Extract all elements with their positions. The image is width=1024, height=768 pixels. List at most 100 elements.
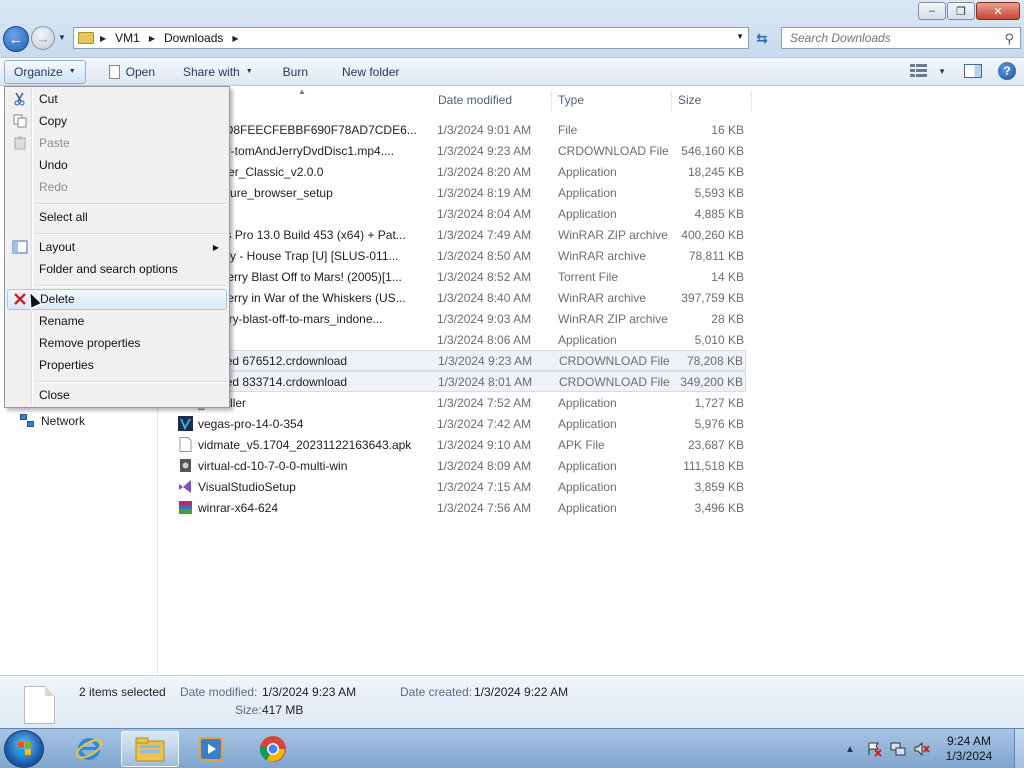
file-date-modified: 1/3/2024 7:15 AM — [437, 479, 532, 494]
file-type: Application — [558, 416, 617, 431]
maximize-button[interactable]: ❐ — [947, 2, 975, 20]
clock[interactable]: 9:24 AM 1/3/2024 — [938, 734, 1000, 764]
show-hidden-icons-icon[interactable]: ▲ — [842, 741, 858, 757]
share-with-button[interactable]: Share with ▼ — [174, 60, 262, 84]
back-button[interactable]: ← — [3, 26, 29, 52]
column-date-modified[interactable]: Date modified — [432, 91, 552, 111]
file-row[interactable]: nfirmed 833714.crdownload 1/3/2024 8:01 A… — [174, 371, 746, 392]
file-row[interactable]: 3704D8FEECFEBBF690F78AD7CDE6... 1/3/2024 … — [174, 119, 746, 140]
breadcrumb-vm1[interactable]: VM1 — [115, 31, 140, 45]
file-name: and Jerry in War of the Whiskers (US... — [198, 290, 406, 305]
file-row[interactable]: nd-jerry-blast-off-to-mars_indone... 1/3/… — [174, 308, 746, 329]
taskbar-chrome[interactable] — [244, 731, 302, 767]
file-type: Application — [558, 458, 617, 473]
menu-item-cut[interactable]: Cut — [7, 89, 227, 110]
column-size[interactable]: Size — [672, 91, 752, 111]
menu-item-close[interactable]: Close — [7, 385, 227, 406]
file-row[interactable]: Vegas Pro 13.0 Build 453 (x64) + Pat... 1… — [174, 224, 746, 245]
search-box[interactable]: ⚲ — [781, 27, 1021, 49]
menu-item-copy[interactable]: Copy — [7, 111, 227, 132]
menu-item-properties[interactable]: Properties — [7, 355, 227, 376]
menu-item-remove-properties[interactable]: Remove properties — [7, 333, 227, 354]
breadcrumb-downloads[interactable]: Downloads — [164, 31, 223, 45]
new-folder-button[interactable]: New folder — [333, 60, 408, 84]
file-row[interactable]: and Jerry Blast Off to Mars! (2005)[1...… — [174, 266, 746, 287]
action-center-flag-icon[interactable] — [866, 741, 882, 757]
menu-item-label: Copy — [39, 114, 68, 128]
help-icon[interactable]: ? — [998, 62, 1016, 80]
file-row[interactable]: vegas-pro-14-0-354 1/3/2024 7:42 AM Applic… — [174, 413, 746, 434]
file-size: 16 KB — [711, 122, 744, 137]
file-size: 397,759 KB — [681, 290, 744, 305]
start-button[interactable] — [4, 730, 44, 768]
forward-button[interactable]: → — [31, 26, 55, 50]
menu-item-layout[interactable]: Layout ▶ — [7, 237, 227, 258]
preview-pane-icon[interactable] — [964, 64, 982, 78]
address-dropdown-icon[interactable]: ▼ — [736, 32, 744, 41]
chevron-right-icon[interactable]: ▶ — [232, 34, 238, 43]
file-row[interactable]: and Jerry in War of the Whiskers (US... 1… — [174, 287, 746, 308]
chevron-right-icon[interactable]: ▶ — [149, 34, 155, 43]
menu-separator — [35, 233, 227, 235]
file-row[interactable]: nfirmed 676512.crdownload 1/3/2024 9:23 A… — [174, 350, 746, 371]
chevron-down-icon[interactable]: ▼ — [938, 67, 946, 76]
copy-icon — [13, 114, 27, 128]
column-type[interactable]: Type — [552, 91, 672, 111]
share-with-label: Share with — [183, 64, 240, 79]
recent-pages-dropdown[interactable]: ▼ — [58, 33, 66, 42]
file-date-modified: 1/3/2024 9:10 AM — [437, 437, 532, 452]
taskbar-media-player[interactable] — [182, 731, 240, 767]
address-bar[interactable]: ▶ VM1 ▶ Downloads ▶ ▼ — [73, 27, 749, 49]
file-type-icon — [178, 500, 193, 515]
minimize-button[interactable]: – — [918, 2, 946, 20]
file-row[interactable]: hlever-tomAndJerryDvdDisc1.mp4.... 1/3/20… — [174, 140, 746, 161]
file-size: 5,010 KB — [694, 332, 744, 347]
file-row[interactable]: n_secure_browser_setup 1/3/2024 8:19 AM Ap… — [174, 182, 746, 203]
file-row[interactable]: ISO81/3/2024 8:04 AM Application 4,885 KB — [174, 203, 746, 224]
menu-item-folder-options[interactable]: Folder and search options — [7, 259, 227, 280]
file-size: 28 KB — [711, 311, 744, 326]
taskbar-internet-explorer[interactable] — [60, 731, 118, 767]
file-type: WinRAR archive — [558, 248, 647, 263]
file-row[interactable]: _Player_Classic_v2.0.0 1/3/2024 8:20 AM Ap… — [174, 161, 746, 182]
close-button[interactable]: ✕ — [976, 2, 1020, 20]
size-value: 417 MB — [262, 703, 304, 717]
organize-button[interactable]: Organize ▼ — [4, 59, 86, 84]
refresh-button[interactable]: ⇆ — [752, 28, 772, 48]
menu-item-redo[interactable]: Redo — [7, 177, 227, 198]
network-status-icon[interactable] — [890, 741, 906, 757]
file-row[interactable]: vidmate_v5.1704_20231122163643.apk 1/3/20… — [174, 434, 746, 455]
menu-item-undo[interactable]: Undo — [7, 155, 227, 176]
file-row[interactable]: pe1/3/2024 8:06 AM Application 5,010 KB — [174, 329, 746, 350]
file-row[interactable]: & Jerry - House Trap [U] [SLUS-011... 1/3… — [174, 245, 746, 266]
file-name: pe — [198, 333, 434, 347]
menu-item-paste[interactable]: Paste — [7, 133, 227, 154]
organize-menu: Cut Copy Paste Undo Redo Select all Layo… — [4, 86, 230, 408]
file-type: Application — [558, 164, 617, 179]
file-row[interactable]: VisualStudioSetup 1/3/2024 7:15 AM Applica… — [174, 476, 746, 497]
open-label: Open — [125, 64, 155, 79]
file-size: 14 KB — [711, 269, 744, 284]
file-row[interactable]: virtual-cd-10-7-0-0-multi-win 1/3/2024 8:… — [174, 455, 746, 476]
file-type: WinRAR archive — [558, 290, 647, 305]
search-icon[interactable]: ⚲ — [1004, 31, 1014, 47]
change-view-icon[interactable] — [910, 64, 928, 78]
chrome-icon — [259, 736, 286, 762]
file-name: 3704D8FEECFEBBF690F78AD7CDE6... — [198, 122, 417, 137]
file-row[interactable]: winrar-x64-624 1/3/2024 7:56 AM Applicatio… — [174, 497, 746, 518]
menu-item-rename[interactable]: Rename — [7, 311, 227, 332]
taskbar-windows-explorer[interactable] — [121, 731, 179, 767]
chevron-right-icon[interactable]: ▶ — [100, 34, 106, 43]
volume-muted-icon[interactable] — [914, 741, 930, 757]
menu-item-select-all[interactable]: Select all — [7, 207, 227, 228]
file-date-modified: 1/3/2024 8:06 AM — [437, 332, 532, 347]
folder-icon — [135, 737, 165, 762]
date-modified-value: 1/3/2024 9:23 AM — [262, 685, 357, 699]
open-button[interactable]: Open — [100, 60, 164, 84]
file-row[interactable]: _installer1/3/2024 7:52 AM Application 1,7… — [174, 392, 746, 413]
show-desktop-button[interactable] — [1014, 729, 1024, 768]
nav-item-network[interactable]: Network — [20, 414, 85, 428]
file-date-modified: 1/3/2024 8:01 AM — [438, 374, 533, 389]
search-input[interactable] — [790, 31, 990, 45]
burn-button[interactable]: Burn — [274, 60, 317, 84]
